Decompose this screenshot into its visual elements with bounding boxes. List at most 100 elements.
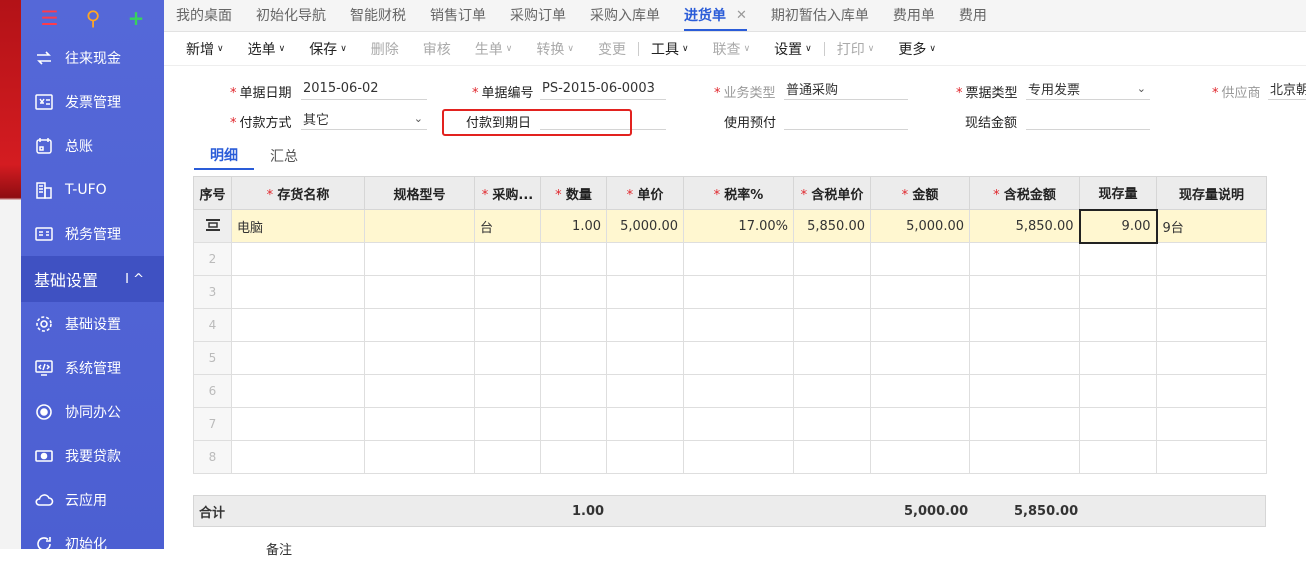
table-cell[interactable] [364,209,475,243]
table-cell[interactable] [364,341,475,375]
table-cell[interactable] [231,407,365,441]
column-header[interactable]: * 数量 [540,176,607,210]
table-row[interactable]: 5 [193,341,1267,375]
table-cell[interactable]: 5,850.00 [969,209,1080,243]
collapse-icon[interactable]: I ^ [125,272,144,287]
table-cell[interactable] [364,275,475,309]
table-cell[interactable] [1079,374,1157,408]
table-cell[interactable]: 1.00 [540,209,607,243]
toolbar-button-12[interactable]: 更多 ∨ [886,39,948,59]
toolbar-button-4[interactable]: 审核 [411,39,463,59]
column-header[interactable]: * 含税单价 [793,176,871,210]
table-cell[interactable] [606,374,684,408]
add-icon[interactable]: + [128,8,145,28]
table-cell[interactable] [474,275,541,309]
sidebar-item-building[interactable]: T-UFO [21,168,164,212]
tab-9[interactable]: 费用 [947,0,999,31]
table-cell[interactable] [606,341,684,375]
table-cell[interactable] [870,242,970,276]
tab-3[interactable]: 销售订单 [418,0,498,31]
table-cell[interactable] [231,242,365,276]
sidebar-item-collab[interactable]: 协同办公 [21,390,164,434]
table-cell[interactable] [793,341,871,375]
sidebar-item-refresh[interactable]: 初始化 [21,522,164,566]
sidebar-item-monitor-code[interactable]: 系统管理 [21,346,164,390]
subtab-0[interactable]: 明细 [194,142,254,170]
table-cell[interactable] [969,275,1080,309]
invoice-type-select[interactable]: 专用发票 ⌄ [1026,78,1150,100]
table-cell[interactable] [793,275,871,309]
table-cell[interactable] [364,242,475,276]
table-cell[interactable] [231,308,365,342]
table-cell[interactable] [540,275,607,309]
tab-1[interactable]: 初始化导航 [244,0,338,31]
table-cell[interactable] [1079,440,1157,474]
table-cell[interactable] [683,341,794,375]
biz-type-field[interactable]: 普通采购 [784,78,908,100]
tab-8[interactable]: 费用单 [881,0,947,31]
table-cell[interactable] [1079,242,1157,276]
table-cell[interactable] [1079,308,1157,342]
table-cell[interactable] [231,341,365,375]
table-row[interactable]: 4 [193,308,1267,342]
table-cell[interactable] [793,440,871,474]
sidebar-item-exchange[interactable]: 往来现金 [21,36,164,80]
table-cell[interactable] [474,242,541,276]
toolbar-button-5[interactable]: 生单 ∨ [463,39,525,59]
table-cell[interactable] [870,308,970,342]
table-cell[interactable] [231,440,365,474]
table-cell[interactable] [606,275,684,309]
table-cell[interactable] [683,308,794,342]
toolbar-button-6[interactable]: 转换 ∨ [524,39,586,59]
table-cell[interactable] [364,407,475,441]
table-cell[interactable] [793,374,871,408]
table-cell[interactable] [540,242,607,276]
search-icon[interactable]: ⚲ [86,8,101,28]
table-cell[interactable] [870,440,970,474]
column-header[interactable]: 序号 [193,176,232,210]
sidebar-section-basic[interactable]: 基础设置 I ^ [21,256,164,302]
table-cell[interactable] [969,341,1080,375]
subtab-1[interactable]: 汇总 [254,142,314,170]
table-cell[interactable]: 9台 [1156,209,1267,243]
table-cell[interactable] [540,440,607,474]
table-cell[interactable] [474,374,541,408]
tab-4[interactable]: 采购订单 [498,0,578,31]
table-row[interactable]: 6 [193,374,1267,408]
table-cell[interactable] [793,242,871,276]
table-cell[interactable] [969,308,1080,342]
toolbar-button-8[interactable]: 工具 ∨ [639,39,701,59]
row-menu-icon[interactable] [205,218,221,232]
toolbar-button-9[interactable]: 联查 ∨ [701,39,763,59]
column-header[interactable]: 现存量 [1079,176,1157,210]
table-cell[interactable] [606,407,684,441]
table-cell[interactable] [364,374,475,408]
tab-6[interactable]: 进货单 ✕ [672,0,759,31]
table-cell[interactable] [364,440,475,474]
sidebar-item-ledger[interactable]: 总账 [21,124,164,168]
sidebar-item-cloud[interactable]: 云应用 [21,478,164,522]
sidebar-item-money[interactable]: 我要贷款 [21,434,164,478]
table-cell[interactable] [969,374,1080,408]
table-cell[interactable]: 5,000.00 [870,209,970,243]
toolbar-button-0[interactable]: 新增 ∨ [174,39,236,59]
column-header[interactable]: 现存量说明 [1156,176,1267,210]
table-cell[interactable] [1079,275,1157,309]
table-cell[interactable] [474,308,541,342]
table-cell[interactable]: 电脑 [231,209,365,243]
tab-7[interactable]: 期初暂估入库单 [759,0,881,31]
sidebar-item-tax[interactable]: 税务管理 [21,212,164,256]
table-cell[interactable]: 台 [474,209,541,243]
tab-5[interactable]: 采购入库单 [578,0,672,31]
table-cell[interactable] [474,341,541,375]
cash-amount-field[interactable] [1026,108,1150,130]
table-cell[interactable] [540,341,607,375]
table-cell[interactable] [231,275,365,309]
toolbar-button-10[interactable]: 设置 ∨ [762,39,824,59]
table-cell[interactable] [540,407,607,441]
table-cell[interactable] [540,374,607,408]
column-header[interactable]: * 税率% [683,176,794,210]
table-cell[interactable] [1156,440,1267,474]
toolbar-button-7[interactable]: 变更 [586,39,638,59]
table-cell[interactable] [870,407,970,441]
